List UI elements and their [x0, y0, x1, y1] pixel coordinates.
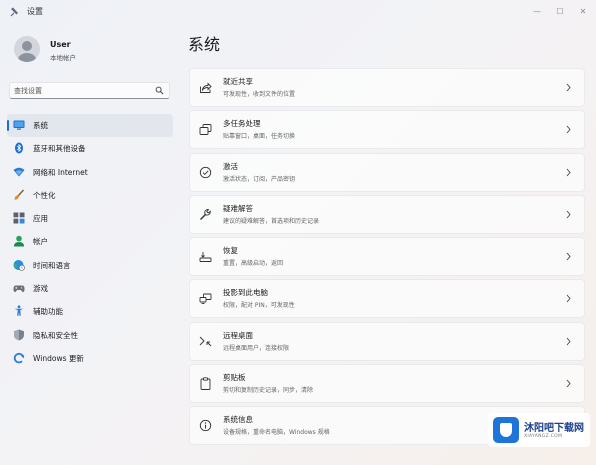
card-title: 剪贴板 — [223, 373, 246, 383]
sidebar-item-bluetooth[interactable]: 蓝牙和其他设备 — [7, 137, 173, 160]
sidebar-item-label: 隐私和安全性 — [33, 330, 78, 340]
settings-card-clipboard[interactable]: 剪贴板 剪切和复制历史记录，同步，清除 — [189, 364, 585, 404]
card-subtitle: 远程桌面用户，连接权限 — [223, 344, 290, 352]
settings-card-nearby-sharing[interactable]: 就近共享 可发现性，收到文件的位置 — [189, 68, 585, 107]
nearby-share-icon — [200, 82, 212, 93]
account-type: 本地帐户 — [50, 54, 76, 62]
account-icon — [13, 236, 25, 247]
title-bar: 设置 — ☐ ✕ — [0, 0, 596, 24]
wifi-icon — [13, 167, 25, 177]
chevron-right-icon — [566, 83, 571, 92]
chevron-right-icon — [566, 126, 571, 134]
recovery-icon — [199, 252, 212, 263]
card-title: 多任务处理 — [223, 119, 261, 129]
sidebar-item-privacy[interactable]: 隐私和安全性 — [7, 324, 173, 347]
apps-icon — [13, 212, 25, 224]
page-title: 系统 — [188, 35, 221, 54]
sidebar-item-accounts[interactable]: 帐户 — [7, 230, 173, 253]
settings-card-remote-desktop[interactable]: 远程桌面 远程桌面用户，连接权限 — [189, 321, 585, 361]
chevron-right-icon — [566, 295, 571, 303]
multitasking-icon — [199, 124, 212, 136]
avatar — [14, 36, 40, 62]
sidebar-item-label: 游戏 — [33, 284, 48, 294]
settings-card-recovery[interactable]: 恢复 重置，高级启动，返回 — [189, 237, 585, 277]
watermark-logo-icon — [493, 417, 519, 443]
globe-clock-icon — [13, 259, 25, 271]
sidebar-item-label: 应用 — [33, 214, 48, 224]
sidebar-item-label: Windows 更新 — [33, 353, 84, 363]
card-title: 远程桌面 — [223, 330, 253, 340]
sidebar-item-time-language[interactable]: 时间和语言 — [7, 254, 173, 277]
gamepad-icon — [13, 285, 25, 293]
card-title: 激活 — [223, 161, 238, 171]
watermark-url: XIAYANGZ.COM — [524, 434, 563, 439]
sidebar-item-personalization[interactable]: 个性化 — [7, 184, 173, 207]
sidebar-item-label: 帐户 — [33, 237, 48, 247]
windows-update-icon — [13, 352, 25, 364]
chevron-right-icon — [566, 168, 571, 176]
info-icon — [199, 420, 212, 432]
wrench-icon — [200, 208, 211, 220]
user-name: User — [50, 40, 71, 49]
card-subtitle: 贴靠窗口，桌面，任务切换 — [223, 133, 296, 141]
close-button[interactable]: ✕ — [573, 3, 593, 19]
user-profile[interactable]: User 本地帐户 — [14, 36, 174, 66]
card-title: 就近共享 — [223, 77, 253, 86]
search-icon[interactable] — [155, 86, 164, 95]
sidebar-item-apps[interactable]: 应用 — [7, 207, 173, 230]
sidebar-item-windows-update[interactable]: Windows 更新 — [7, 347, 173, 370]
card-subtitle: 设备规格，重命名电脑，Windows 规格 — [223, 429, 330, 437]
watermark-name: 沐阳吧下载网 — [524, 423, 584, 434]
chevron-right-icon — [566, 210, 571, 219]
sidebar-item-label: 辅助功能 — [33, 307, 63, 317]
chevron-right-icon — [566, 337, 571, 346]
sidebar-item-label: 蓝牙和其他设备 — [33, 144, 86, 154]
card-title: 疑难解答 — [223, 203, 253, 213]
card-title: 恢复 — [223, 246, 238, 256]
settings-card-troubleshoot[interactable]: 疑难解答 建议的疑难解答，首选项和历史记录 — [189, 194, 585, 234]
settings-card-project-to-pc[interactable]: 投影到此电脑 权限，配对 PIN，可发现性 — [189, 279, 585, 319]
sidebar-nav: 系统 蓝牙和其他设备 网络和 Internet 个性化 应用 帐户 时间和语言 … — [7, 114, 173, 370]
card-subtitle: 剪切和复制历史记录，同步，清除 — [223, 387, 314, 395]
settings-list: 就近共享 可发现性，收到文件的位置 多任务处理 贴靠窗口，桌面，任务切换 激活 … — [189, 68, 585, 449]
site-watermark: 沐阳吧下载网 XIAYANGZ.COM — [488, 413, 590, 447]
sidebar-item-network[interactable]: 网络和 Internet — [7, 161, 173, 184]
sidebar-item-gaming[interactable]: 游戏 — [7, 277, 173, 300]
sidebar-item-label: 系统 — [33, 121, 48, 130]
minimize-button[interactable]: — — [527, 3, 547, 19]
card-subtitle: 建议的疑难解答，首选项和历史记录 — [223, 217, 320, 225]
brush-icon — [14, 189, 25, 200]
card-subtitle: 可发现性，收到文件的位置 — [223, 91, 296, 98]
activation-check-icon — [199, 166, 212, 178]
sidebar-item-label: 个性化 — [33, 190, 56, 200]
card-title: 系统信息 — [223, 415, 253, 425]
system-display-icon — [13, 120, 25, 130]
settings-card-multitasking[interactable]: 多任务处理 贴靠窗口，桌面，任务切换 — [189, 110, 585, 150]
maximize-button[interactable]: ☐ — [550, 3, 570, 19]
sidebar-item-system[interactable]: 系统 — [7, 114, 173, 138]
sidebar-item-label: 网络和 Internet — [33, 167, 88, 177]
clipboard-icon — [200, 377, 211, 391]
search-box[interactable] — [9, 82, 170, 99]
settings-card-activation[interactable]: 激活 激活状态，订阅，产品密钥 — [189, 152, 585, 192]
sidebar-item-accessibility[interactable]: 辅助功能 — [7, 300, 173, 323]
bluetooth-icon — [15, 142, 23, 154]
card-subtitle: 激活状态，订阅，产品密钥 — [223, 175, 296, 183]
card-subtitle: 重置，高级启动，返回 — [223, 260, 284, 268]
card-subtitle: 权限，配对 PIN，可发现性 — [223, 302, 295, 310]
accessibility-icon — [14, 305, 24, 317]
shield-icon — [14, 329, 24, 341]
chevron-right-icon — [566, 252, 571, 261]
search-input[interactable] — [14, 85, 154, 97]
settings-app-icon — [10, 7, 18, 17]
remote-desktop-icon — [199, 336, 212, 347]
window-title: 设置 — [27, 7, 43, 16]
sidebar-item-label: 时间和语言 — [33, 260, 71, 270]
chevron-right-icon — [566, 379, 571, 388]
card-title: 投影到此电脑 — [223, 288, 268, 298]
project-icon — [199, 294, 212, 305]
